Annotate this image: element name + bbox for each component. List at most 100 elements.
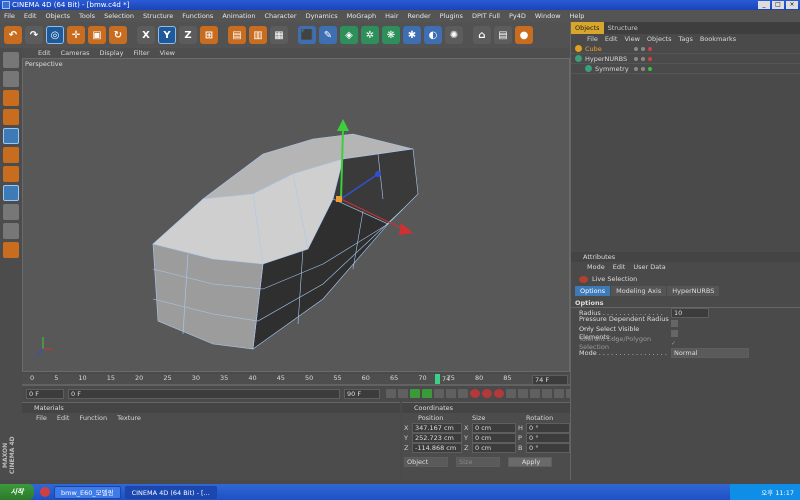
objects-menu-view[interactable]: View [624,35,639,43]
menu-py4d[interactable]: Py4D [509,12,526,20]
script-icon[interactable]: ▤ [494,26,512,44]
tolerant-checkmark-icon[interactable]: ✓ [671,340,676,347]
play-forward-icon[interactable] [422,389,432,398]
objects-menu-bookmarks[interactable]: Bookmarks [700,35,736,43]
rotation-h-field[interactable]: 0 ° [526,423,570,433]
objects-menu-objects[interactable]: Objects [647,35,672,43]
materials-menu-function[interactable]: Function [79,414,107,422]
quicklaunch-icon[interactable] [40,487,50,497]
render-picture-viewer-icon[interactable]: ▥ [249,26,267,44]
coord-mode-select[interactable]: Object [404,457,448,467]
object-row-symmetry[interactable]: Symmetry [571,64,800,74]
size-mode-select[interactable]: Size [456,457,500,467]
record-icon[interactable] [470,389,480,398]
pressure-radius-checkbox[interactable] [671,319,678,327]
menu-hair[interactable]: Hair [385,12,398,20]
size-x-field[interactable]: 0 cm [472,423,516,433]
timeline-ruler[interactable]: 0 5 10 15 20 25 30 35 40 45 50 55 60 65 … [22,374,570,386]
mode-select[interactable]: Normal [671,348,749,358]
position-z-field[interactable]: -114.868 cm [412,443,462,453]
nurbs-icon[interactable]: ◈ [340,26,358,44]
menu-structure[interactable]: Structure [143,12,173,20]
menu-dynamics[interactable]: Dynamics [306,12,338,20]
scale-key-icon[interactable] [518,389,528,398]
live-selection-icon[interactable]: ◎ [46,26,64,44]
objects-menu-edit[interactable]: Edit [605,35,618,43]
menu-tools[interactable]: Tools [79,12,95,20]
position-y-field[interactable]: 252.723 cm [412,433,462,443]
viewport-menu-view[interactable]: View [160,49,175,57]
array-icon[interactable]: ✲ [361,26,379,44]
go-to-end-icon[interactable] [446,389,456,398]
scene-object-icon[interactable]: ✱ [403,26,421,44]
start-button[interactable]: 시작 [0,484,34,500]
attributes-menu-edit[interactable]: Edit [613,263,626,271]
render-view-icon[interactable]: ▤ [228,26,246,44]
objects-menu-file[interactable]: File [587,35,598,43]
pla-key-icon[interactable] [554,389,564,398]
start-frame-field[interactable]: 0 F [26,389,64,399]
rotation-b-field[interactable]: 0 ° [526,443,570,453]
menu-mograph[interactable]: MoGraph [347,12,377,20]
checker-icon[interactable] [3,204,19,220]
coordinate-system-icon[interactable]: ⊞ [200,26,218,44]
end-frame-field[interactable]: 90 F [344,389,380,399]
menu-window[interactable]: Window [535,12,561,20]
object-row-cube[interactable]: Cube [571,44,800,54]
x-axis-icon[interactable]: X [137,26,155,44]
prev-key-icon[interactable] [398,389,408,398]
autokey-icon[interactable] [482,389,492,398]
menu-file[interactable]: File [4,12,15,20]
current-frame-field[interactable]: 74 F [532,375,568,385]
polygons-mode-icon[interactable] [3,166,19,182]
object-row-hypernurbs[interactable]: HyperNURBS [571,54,800,64]
z-axis-icon[interactable]: Z [179,26,197,44]
tab-hypernurbs[interactable]: HyperNURBS [667,286,720,296]
menu-character[interactable]: Character [264,12,296,20]
move-icon[interactable]: ✛ [67,26,85,44]
param-key-icon[interactable] [542,389,552,398]
snap-icon[interactable] [3,223,19,239]
viewport-menu-filter[interactable]: Filter [133,49,149,57]
model-mode-icon[interactable] [3,90,19,106]
maximize-button[interactable]: □ [772,1,784,9]
menu-functions[interactable]: Functions [182,12,213,20]
menu-help[interactable]: Help [570,12,585,20]
task-cinema4d[interactable]: CINEMA 4D (64 Bit) - [... [124,485,217,499]
menu-selection[interactable]: Selection [104,12,134,20]
position-x-field[interactable]: 347.167 cm [412,423,462,433]
next-key-icon[interactable] [434,389,444,398]
cube-object-icon[interactable]: ⬛ [298,26,316,44]
radius-field[interactable]: 10 [671,308,709,318]
materials-menu-edit[interactable]: Edit [57,414,70,422]
camera-icon[interactable]: ◐ [424,26,442,44]
render-settings-icon[interactable]: ▦ [270,26,288,44]
light-icon[interactable]: ✺ [445,26,463,44]
playhead[interactable] [435,374,440,384]
objects-menu-tags[interactable]: Tags [678,35,692,43]
tab-objects[interactable]: Objects [571,22,604,34]
deformer-icon[interactable]: ❋ [382,26,400,44]
tab-structure[interactable]: Structure [604,22,642,34]
task-explorer[interactable]: bmw_E60_모델링 [54,485,121,499]
scale-icon[interactable]: ▣ [88,26,106,44]
viewport-menu-display[interactable]: Display [100,49,124,57]
close-button[interactable]: × [786,1,798,9]
go-to-start-icon[interactable] [386,389,396,398]
points-mode-icon[interactable] [3,128,19,144]
menu-edit[interactable]: Edit [24,12,37,20]
make-editable-icon[interactable] [3,52,19,68]
min-frame-field[interactable]: 0 F [68,389,340,399]
size-z-field[interactable]: 0 cm [472,443,516,453]
viewport-menu-edit[interactable]: Edit [38,49,51,57]
menu-render[interactable]: Render [408,12,431,20]
texture-mode-icon[interactable] [3,71,19,87]
tab-options[interactable]: Options [575,286,611,296]
menu-objects[interactable]: Objects [45,12,70,20]
minimize-button[interactable]: _ [758,1,770,9]
keyframe-selection-icon[interactable] [494,389,504,398]
rotation-key-icon[interactable] [530,389,540,398]
python-script-icon[interactable] [3,242,19,258]
attributes-menu-user-data[interactable]: User Data [633,263,665,271]
viewport-menu-cameras[interactable]: Cameras [61,49,90,57]
